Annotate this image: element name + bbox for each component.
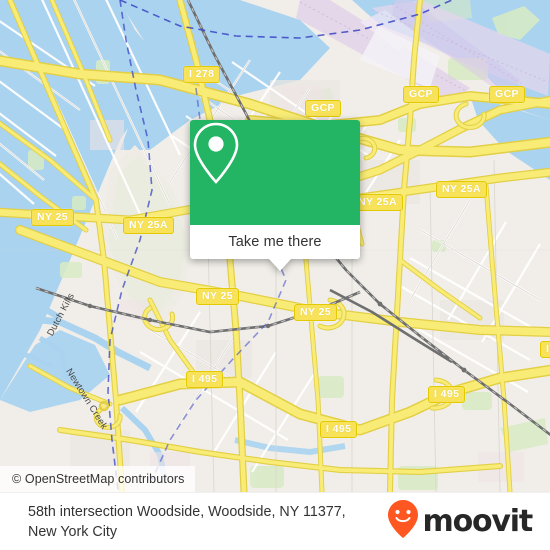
osm-attribution-text: © OpenStreetMap contributors (12, 472, 185, 486)
road-shield-edge[interactable]: I (540, 341, 550, 358)
popup-icon-area (190, 120, 360, 225)
road-shield-ny25a[interactable]: NY 25A (123, 217, 174, 234)
moovit-pin-icon (387, 499, 419, 544)
road-shield-i495[interactable]: I 495 (320, 421, 358, 438)
map-screenshot: Dutch Kills Newtown Creek I 278 GCP GCP … (0, 0, 550, 550)
road-shield-gcp[interactable]: GCP (489, 86, 525, 103)
footer-bar: 58th intersection Woodside, Woodside, NY… (0, 492, 550, 550)
road-shield-ny25[interactable]: NY 25 (196, 288, 239, 305)
road-shield-i495[interactable]: I 495 (186, 371, 224, 388)
moovit-logo[interactable]: moovit (387, 499, 534, 544)
map-canvas[interactable]: Dutch Kills Newtown Creek I 278 GCP GCP … (0, 0, 550, 492)
road-shield-ny25a[interactable]: NY 25A (436, 181, 487, 198)
location-title: 58th intersection Woodside, Woodside, NY… (28, 502, 346, 542)
location-title-line1: 58th intersection Woodside, Woodside, NY… (28, 503, 346, 520)
road-shield-i278[interactable]: I 278 (183, 66, 221, 83)
take-me-there-button[interactable]: Take me there (190, 225, 360, 259)
road-shield-gcp[interactable]: GCP (305, 100, 341, 117)
road-shield-gcp[interactable]: GCP (403, 86, 439, 103)
osm-attribution[interactable]: © OpenStreetMap contributors (0, 466, 195, 492)
road-shield-i495[interactable]: I 495 (428, 386, 466, 403)
moovit-wordmark: moovit (422, 504, 534, 539)
road-shield-ny25[interactable]: NY 25 (294, 304, 337, 321)
road-shield-ny25[interactable]: NY 25 (31, 209, 74, 226)
popup-tail (269, 259, 291, 271)
take-me-there-label: Take me there (228, 234, 322, 250)
location-title-line2: New York City (28, 523, 117, 540)
destination-popup-card[interactable]: Take me there (190, 120, 360, 271)
